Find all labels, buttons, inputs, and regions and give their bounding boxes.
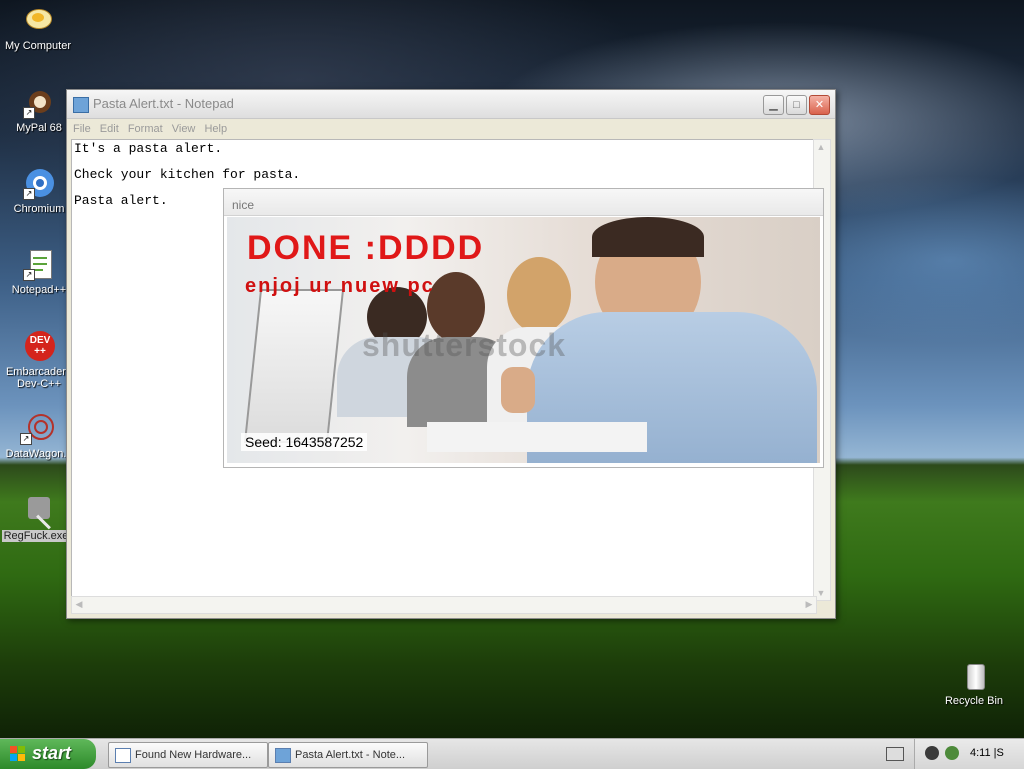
task-label: Pasta Alert.txt - Note... — [295, 749, 406, 761]
desktop-icon-label: Recycle Bin — [944, 695, 1004, 707]
network-icon[interactable] — [925, 746, 939, 760]
horizontal-scrollbar[interactable]: ◀ ▶ — [71, 596, 817, 614]
desktop-icon-label: Chromium — [13, 203, 65, 215]
chromium-icon: ↗ — [23, 168, 55, 200]
desk-shape — [427, 422, 647, 452]
start-label: start — [32, 743, 72, 763]
thumbs-up-shape — [501, 367, 535, 413]
shortcut-arrow-icon: ↗ — [23, 269, 35, 281]
menu-file[interactable]: File — [73, 119, 91, 139]
mypal-icon: ↗ — [23, 87, 55, 119]
nice-titlebar[interactable]: nice — [224, 189, 823, 216]
person-head-shape — [507, 257, 571, 333]
subline-text: enjoj ur nuew pc — [245, 275, 435, 297]
windows-flag-icon — [10, 746, 26, 762]
task-found-new-hardware[interactable]: Found New Hardware... — [108, 742, 268, 768]
hardware-window-icon — [115, 748, 131, 763]
close-button[interactable]: ✕ — [809, 95, 830, 115]
menu-edit[interactable]: Edit — [100, 119, 119, 139]
nice-window-title: nice — [232, 198, 255, 212]
seed-label: Seed: 1643587252 — [241, 433, 368, 451]
devcpp-icon: DEV ++ — [23, 331, 55, 363]
notepad-task-icon — [275, 748, 291, 763]
minimize-button[interactable]: ▁ — [763, 95, 784, 115]
recycle-bin-icon — [958, 660, 990, 692]
task-pasta-alert[interactable]: Pasta Alert.txt - Note... — [268, 742, 428, 768]
desktop-icon-chromium[interactable]: ↗ Chromium — [3, 168, 75, 215]
scroll-up-icon[interactable]: ▲ — [814, 140, 828, 154]
window-title: Pasta Alert.txt - Notepad — [93, 96, 234, 111]
stock-photo-image: shutterstock DONE :DDDD enjoj ur nuew pc… — [227, 217, 820, 463]
menu-help[interactable]: Help — [204, 119, 227, 139]
desktop-icon-label: MyPal 68 — [16, 122, 62, 134]
desktop-icon-notepadpp[interactable]: ↗ Notepad++ — [3, 249, 75, 296]
text-line: It's a pasta alert. — [74, 141, 223, 156]
shortcut-arrow-icon: ↗ — [20, 433, 32, 445]
desktop-icon-recycle-bin[interactable]: Recycle Bin — [938, 660, 1010, 707]
menu-view[interactable]: View — [172, 119, 196, 139]
keyboard-icon[interactable] — [886, 747, 904, 761]
maximize-button[interactable]: □ — [786, 95, 807, 115]
desktop-icon-label: Notepad++ — [11, 284, 67, 296]
person-hair-shape — [592, 217, 704, 257]
headline-text: DONE :DDDD — [247, 229, 485, 267]
text-line: Check your kitchen for pasta. — [74, 167, 301, 182]
taskbar: start Found New Hardware... Pasta Alert.… — [0, 738, 1024, 769]
desktop: My Computer ↗ MyPal 68 ↗ Chromium ↗ Note… — [0, 0, 1024, 738]
datawagon-icon: ↗ — [20, 413, 54, 445]
desktop-icon-label: DataWagon. — [5, 448, 67, 460]
scroll-left-icon[interactable]: ◀ — [72, 597, 86, 611]
desktop-icon-label: RegFuck.exe — [1, 530, 71, 542]
security-shield-icon[interactable] — [945, 746, 959, 760]
nice-window: nice shutterstock DONE :DDDD enjoj ur nu… — [223, 188, 824, 468]
task-label: Found New Hardware... — [135, 749, 252, 761]
shortcut-arrow-icon: ↗ — [23, 107, 35, 119]
desktop-icon-mypal[interactable]: ↗ MyPal 68 — [3, 87, 75, 134]
regfuck-exe-icon — [20, 495, 52, 530]
system-tray: 4:11 |S — [914, 739, 1024, 769]
text-line: Pasta alert. — [74, 193, 168, 208]
desktop-icon-label: Embarcadero Dev-C++ — [5, 366, 73, 390]
monitor-shape — [243, 289, 345, 443]
start-button[interactable]: start — [0, 739, 96, 769]
my-computer-icon — [22, 5, 54, 37]
desktop-icon-regfuck[interactable]: RegFuck.exe — [0, 495, 72, 542]
clock[interactable]: 4:11 |S — [970, 747, 1004, 759]
notepad-app-icon — [73, 97, 89, 113]
menubar: File Edit Format View Help — [67, 119, 835, 139]
desktop-icon-datawagon[interactable]: ↗ DataWagon. — [0, 413, 72, 460]
watermark-text: shutterstock — [362, 327, 567, 363]
notepad-titlebar[interactable]: Pasta Alert.txt - Notepad ▁ □ ✕ — [67, 90, 835, 119]
notepadpp-icon: ↗ — [23, 249, 55, 281]
desktop-icon-my-computer[interactable]: My Computer — [2, 5, 74, 52]
scroll-right-icon[interactable]: ▶ — [802, 597, 816, 611]
shortcut-arrow-icon: ↗ — [23, 188, 35, 200]
desktop-icon-devcpp[interactable]: DEV ++ Embarcadero Dev-C++ — [3, 331, 75, 390]
menu-format[interactable]: Format — [128, 119, 163, 139]
desktop-icon-label: My Computer — [4, 40, 72, 52]
